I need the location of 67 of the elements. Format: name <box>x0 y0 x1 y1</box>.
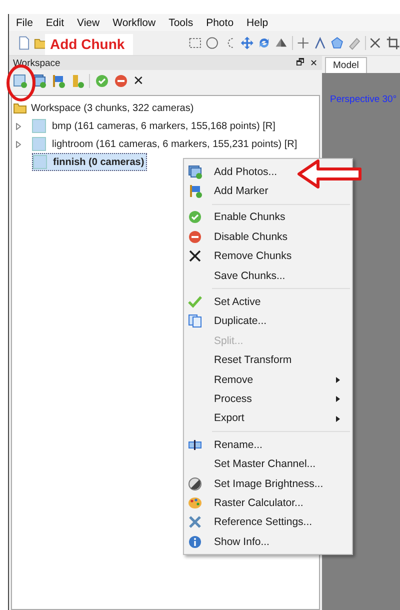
expand-arrow-icon[interactable] <box>16 140 20 148</box>
cross-icon[interactable] <box>368 35 383 51</box>
duplicate-icon <box>188 314 202 328</box>
menu-item[interactable]: Add Marker <box>184 181 282 201</box>
tree-item[interactable]: finnish (0 cameras) <box>32 153 148 171</box>
view-tab[interactable]: Model <box>325 57 367 73</box>
move-icon[interactable] <box>240 35 254 51</box>
menu-item[interactable]: Raster Calculator... <box>184 493 318 513</box>
flag-icon[interactable] <box>51 74 65 88</box>
menu-item[interactable]: Tools <box>168 16 194 28</box>
eraser-icon[interactable] <box>347 35 362 51</box>
tree-item[interactable]: Workspace (3 chunks, 322 cameras) <box>31 102 194 114</box>
menu-item[interactable]: Help <box>246 16 268 28</box>
photos-icon <box>188 164 202 179</box>
tree-item[interactable]: bmp (161 cameras, 6 markers, 155,168 points) [R] <box>32 118 278 134</box>
menu-item[interactable]: Rename... <box>184 435 276 454</box>
callout-label: Add Chunk <box>45 34 133 55</box>
menu-item[interactable]: Reset Transform <box>184 350 306 370</box>
check-circle-icon[interactable] <box>95 74 109 88</box>
rectangle-select-icon[interactable] <box>188 35 202 51</box>
menu-item[interactable]: File <box>16 16 33 28</box>
panel-title: Workspace <box>13 58 62 68</box>
close-button[interactable]: ✕ <box>310 58 318 68</box>
info-icon <box>188 534 202 549</box>
minus-circle-icon <box>188 230 202 244</box>
menu-item[interactable]: Set Image Brightness... <box>184 474 338 494</box>
photos-icon[interactable] <box>32 74 46 88</box>
pentagon-icon[interactable] <box>330 35 344 51</box>
submenu-arrow-icon <box>336 376 340 383</box>
crosshair-icon[interactable] <box>296 35 310 51</box>
submenu-arrow-icon <box>336 396 340 402</box>
menu-item[interactable]: Workflow <box>112 16 156 28</box>
menu-item[interactable]: Show Info... <box>184 532 284 552</box>
minus-circle-icon[interactable] <box>114 74 128 88</box>
new-document-icon[interactable] <box>17 35 32 51</box>
crop-icon[interactable] <box>386 35 400 51</box>
circle-select-icon[interactable] <box>205 35 220 51</box>
ruler-icon[interactable] <box>70 74 84 88</box>
remove-button[interactable]: ✕ <box>133 74 144 88</box>
float-button[interactable]: 🗗 <box>296 55 304 71</box>
flag-icon <box>188 184 202 198</box>
checkmark-icon <box>188 295 202 310</box>
submenu-arrow-icon <box>336 416 340 422</box>
menu-item[interactable]: Photo <box>206 16 234 28</box>
add-chunk-icon[interactable] <box>13 74 27 88</box>
menu-item[interactable]: Save Chunks... <box>184 266 300 286</box>
menu-item[interactable]: Set Master Channel... <box>184 454 330 474</box>
projection-label: Perspective 30° <box>330 94 397 105</box>
menu-item[interactable]: Disable Chunks <box>184 227 302 247</box>
tree-item[interactable]: lightroom (161 cameras, 6 markers, 155,231 points) [R] <box>32 136 300 152</box>
check-circle-icon <box>188 210 202 224</box>
menu-item[interactable]: Remove <box>184 370 352 390</box>
menu-item[interactable]: Set Active <box>184 292 275 312</box>
menu-item[interactable]: Reference Settings... <box>184 512 326 532</box>
rename-icon <box>188 438 202 452</box>
expand-arrow-icon[interactable] <box>16 122 20 130</box>
remove-icon <box>188 249 202 264</box>
menu-item[interactable]: Remove Chunks <box>184 246 306 266</box>
menu-item[interactable]: Export <box>184 408 352 428</box>
menu-item[interactable]: Enable Chunks <box>184 208 300 228</box>
menu-item[interactable]: Edit <box>46 16 64 28</box>
menu-item[interactable]: Duplicate... <box>184 312 281 332</box>
menu-item[interactable]: Process <box>184 389 352 409</box>
menu-item[interactable]: Add Photos... <box>184 162 292 182</box>
brightness-icon <box>188 476 202 491</box>
palette-icon <box>188 496 202 510</box>
menu-item[interactable]: View <box>77 16 100 28</box>
